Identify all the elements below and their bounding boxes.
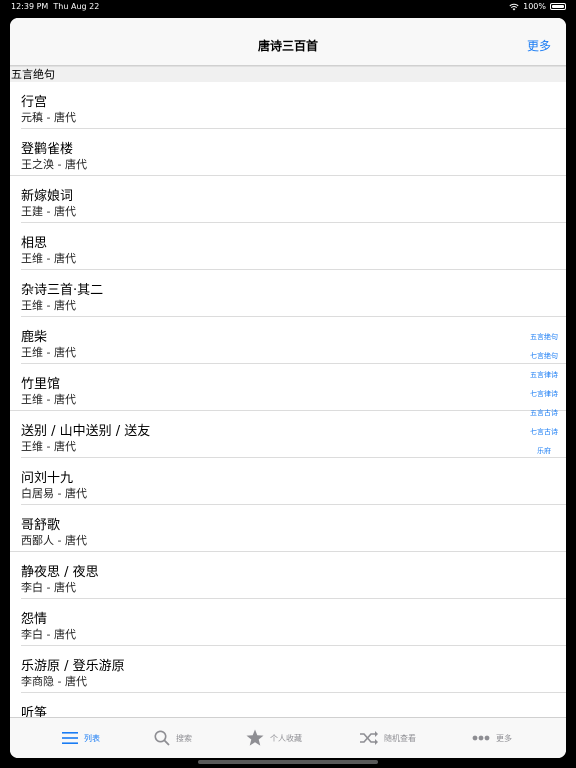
tab-more[interactable]: 更多 — [472, 728, 512, 748]
shuffle-icon — [360, 731, 378, 745]
poem-title: 送别 / 山中送别 / 送友 — [21, 424, 151, 439]
tab-search[interactable]: 搜索 — [154, 728, 192, 748]
more-button[interactable]: 更多 — [527, 37, 551, 54]
section-index[interactable]: 五言绝句 七言绝句 五言律诗 七言律诗 五言古诗 七言古诗 乐府 — [524, 328, 564, 461]
tab-list[interactable]: 列表 — [62, 728, 100, 748]
list-item[interactable]: 杂诗三首·其二 王维 - 唐代 — [10, 270, 566, 317]
poem-title: 怨情 — [21, 612, 48, 627]
home-indicator — [198, 760, 378, 764]
list-item[interactable]: 鹿柴 王维 - 唐代 — [10, 317, 566, 364]
tab-bar: 列表 搜索 个人收藏 随机查看 更多 — [10, 717, 566, 758]
poem-title: 杂诗三首·其二 — [21, 283, 104, 298]
section-index-item[interactable]: 乐府 — [524, 442, 564, 461]
list-item[interactable]: 送别 / 山中送别 / 送友 王维 - 唐代 — [10, 411, 566, 458]
poem-title: 鹿柴 — [21, 330, 48, 345]
star-icon — [246, 729, 264, 746]
list-item[interactable]: 行宫 元稹 - 唐代 — [10, 82, 566, 129]
tab-random-label: 随机查看 — [384, 733, 416, 743]
poem-author: 王维 - 唐代 — [21, 299, 76, 312]
list-item[interactable]: 登鹳雀楼 王之涣 - 唐代 — [10, 129, 566, 176]
status-right: 100% — [509, 2, 566, 11]
list-item[interactable]: 怨情 李白 - 唐代 — [10, 599, 566, 646]
poem-author: 王建 - 唐代 — [21, 205, 76, 218]
poem-author: 白居易 - 唐代 — [21, 487, 87, 500]
poem-title: 竹里馆 — [21, 377, 61, 392]
page-title: 唐诗三百首 — [257, 39, 318, 53]
section-header: 五言绝句 — [10, 66, 566, 82]
list-item[interactable]: 新嫁娘词 王建 - 唐代 — [10, 176, 566, 223]
poem-author: 元稹 - 唐代 — [21, 111, 76, 124]
battery-percent: 100% — [523, 2, 546, 11]
search-icon — [154, 730, 170, 746]
poem-author: 王维 - 唐代 — [21, 252, 76, 265]
battery-icon — [550, 3, 566, 10]
list-item[interactable]: 乐游原 / 登乐游原 李商隐 - 唐代 — [10, 646, 566, 693]
poem-author: 王维 - 唐代 — [21, 440, 76, 453]
poem-author: 西鄙人 - 唐代 — [21, 534, 87, 547]
poem-author: 王之涣 - 唐代 — [21, 158, 87, 171]
poem-title: 乐游原 / 登乐游原 — [21, 659, 125, 674]
tab-favorites-label: 个人收藏 — [270, 733, 302, 743]
poem-title: 问刘十九 — [21, 471, 74, 486]
poem-title: 登鹳雀楼 — [21, 142, 74, 157]
section-index-item[interactable]: 七言绝句 — [524, 347, 564, 366]
poem-author: 李白 - 唐代 — [21, 581, 76, 594]
poem-author: 李白 - 唐代 — [21, 628, 76, 641]
status-bar: 12:39 PM Thu Aug 22 100% — [0, 0, 576, 14]
section-index-item[interactable]: 五言绝句 — [524, 328, 564, 347]
app-sheet: 唐诗三百首 更多 五言绝句 行宫 元稹 - 唐代 登鹳雀楼 王之涣 - 唐代 新嫁娘词王… — [10, 18, 566, 758]
list-icon — [62, 732, 78, 744]
tab-more-label: 更多 — [496, 733, 512, 743]
poem-title: 行宫 — [21, 95, 48, 110]
list-item[interactable]: 相思 王维 - 唐代 — [10, 223, 566, 270]
poem-title: 静夜思 / 夜思 — [21, 565, 99, 580]
poem-author: 李商隐 - 唐代 — [21, 675, 87, 688]
list-item[interactable]: 静夜思 / 夜思 李白 - 唐代 — [10, 552, 566, 599]
list-item[interactable]: 竹里馆 王维 - 唐代 — [10, 364, 566, 411]
poem-author: 王维 - 唐代 — [21, 393, 76, 406]
status-time: 12:39 PM Thu Aug 22 — [11, 2, 100, 11]
tab-list-label: 列表 — [84, 733, 100, 743]
section-index-item[interactable]: 五言律诗 — [524, 366, 564, 385]
tab-favorites[interactable]: 个人收藏 — [246, 728, 302, 748]
poem-title: 相思 — [21, 236, 48, 251]
poem-title: 新嫁娘词 — [21, 189, 74, 204]
list-item[interactable]: 听筝 — [10, 693, 566, 718]
wifi-icon — [509, 3, 519, 10]
more-icon — [472, 735, 490, 741]
section-index-item[interactable]: 七言古诗 — [524, 423, 564, 442]
poem-author: 王维 - 唐代 — [21, 346, 76, 359]
section-index-item[interactable]: 五言古诗 — [524, 404, 564, 423]
poem-title: 听筝 — [21, 706, 48, 718]
list-item[interactable]: 问刘十九 白居易 - 唐代 — [10, 458, 566, 505]
tab-random[interactable]: 随机查看 — [360, 728, 416, 748]
poem-title: 哥舒歌 — [21, 518, 61, 533]
list-item[interactable]: 哥舒歌 西鄙人 - 唐代 — [10, 505, 566, 552]
section-index-item[interactable]: 七言律诗 — [524, 385, 564, 404]
tab-search-label: 搜索 — [176, 733, 192, 743]
nav-bar: 唐诗三百首 更多 — [10, 18, 566, 66]
poem-list[interactable]: 五言绝句 行宫 元稹 - 唐代 登鹳雀楼 王之涣 - 唐代 新嫁娘词 王建 - 唐代 相思王… — [10, 66, 566, 718]
